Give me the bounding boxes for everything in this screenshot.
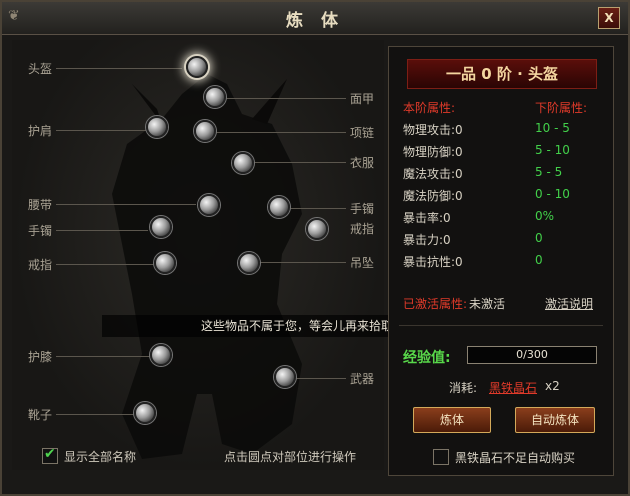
slot-label-clothes: 衣服 [350,156,375,170]
leader-line [56,130,146,131]
auto-buy-label: 黑铁晶石不足自动购买 [455,451,576,465]
slot-label-helmet: 头盔 [28,62,53,76]
attr-crit-rate: 暴击率:0 [403,211,451,225]
title-bar[interactable]: ❦ 炼 体 X [2,2,628,35]
attribute-panel: 一品 0 阶 · 头盔 本阶属性: 下阶属性: 物理攻击:0 10 - 5 物理… [388,46,614,476]
slot-ring-left-dot[interactable] [154,252,176,274]
close-button[interactable]: X [598,7,620,29]
next-crit-resist: 0 [535,253,543,267]
next-magic-defense: 0 - 10 [535,187,570,201]
current-attributes-header: 本阶属性: [403,101,456,115]
refine-button[interactable]: 炼体 [413,407,491,433]
leader-line [56,204,196,205]
slot-pendant-dot[interactable] [238,252,260,274]
slot-label-bracelet-left: 手镯 [28,224,53,238]
next-physical-attack: 10 - 5 [535,121,570,135]
auto-refine-button[interactable]: 自动炼体 [515,407,595,433]
cost-item-link[interactable]: 黑铁晶石 [489,379,537,396]
leader-line [252,162,346,163]
slot-label-weapon: 武器 [350,372,375,386]
cost-label: 消耗: [449,381,478,395]
show-all-names-label: 显示全部名称 [64,450,137,464]
operation-hint: 点击圆点对部位进行操作 [224,450,357,464]
refine-window: ❦ 炼 体 X 头盔 护肩 腰带 手镯 戒指 护膝 靴子 面甲 项链 衣服 手镯… [0,0,630,496]
next-attributes-header: 下阶属性: [535,101,588,115]
leader-line [212,132,346,133]
leader-line [292,378,346,379]
next-crit-rate: 0% [535,209,555,223]
xp-bar: 0/300 [467,346,597,364]
leader-line [56,68,182,69]
attr-crit-resist: 暴击抗性:0 [403,255,463,269]
slot-label-face: 面甲 [350,92,375,106]
slot-weapon-dot[interactable] [274,366,296,388]
slot-label-ring-right: 戒指 [350,222,375,236]
window-title: 炼 体 [286,11,344,31]
slot-ring-right-dot[interactable] [306,218,328,240]
slot-label-necklace: 项链 [350,126,375,140]
leader-line [256,262,346,263]
equipment-figure-panel: 头盔 护肩 腰带 手镯 戒指 护膝 靴子 面甲 项链 衣服 手镯 戒指 吊坠 武… [12,40,384,470]
leader-line [286,208,346,209]
leader-line [56,356,152,357]
activation-help-link[interactable]: 激活说明 [545,295,593,312]
slot-label-bracelet-right: 手镯 [350,202,375,216]
activated-attributes-value: 未激活 [469,297,506,311]
xp-label: 经验值: [403,350,451,366]
activated-attributes-label: 已激活属性: [403,297,468,311]
leader-line [56,230,148,231]
attr-physical-attack: 物理攻击:0 [403,123,463,137]
cost-quantity: x2 [545,379,560,393]
slot-face-dot[interactable] [204,86,226,108]
slot-label-shoulder: 护肩 [28,124,53,138]
show-all-names-checkbox[interactable]: ✔ [42,446,58,464]
xp-value: 0/300 [516,348,548,361]
slot-bracelet-left-dot[interactable] [150,216,172,238]
auto-buy-checkbox[interactable] [433,449,449,465]
slot-helmet-dot[interactable] [186,56,208,78]
leader-line [222,98,346,99]
slot-label-boots: 靴子 [28,408,53,422]
next-physical-defense: 5 - 10 [535,143,570,157]
attr-crit-power: 暴击力:0 [403,233,451,247]
slot-belt-dot[interactable] [198,194,220,216]
slot-bracelet-right-dot[interactable] [268,196,290,218]
slot-boots-dot[interactable] [134,402,156,424]
leader-line [56,414,136,415]
slot-label-pendant: 吊坠 [350,256,375,270]
slot-label-ring-left: 戒指 [28,258,53,272]
divider [399,325,603,326]
next-crit-power: 0 [535,231,543,245]
check-icon: ✔ [44,446,56,462]
slot-knee-dot[interactable] [150,344,172,366]
slot-clothes-dot[interactable] [232,152,254,174]
grade-banner: 一品 0 阶 · 头盔 [407,59,597,89]
slot-label-knee: 护膝 [28,350,53,364]
attr-magic-attack: 魔法攻击:0 [403,167,463,181]
leader-line [56,264,156,265]
attr-physical-defense: 物理防御:0 [403,145,463,159]
slot-shoulder-dot[interactable] [146,116,168,138]
next-magic-attack: 5 - 5 [535,165,563,179]
slot-necklace-dot[interactable] [194,120,216,142]
slot-label-belt: 腰带 [28,198,53,212]
attr-magic-defense: 魔法防御:0 [403,189,463,203]
